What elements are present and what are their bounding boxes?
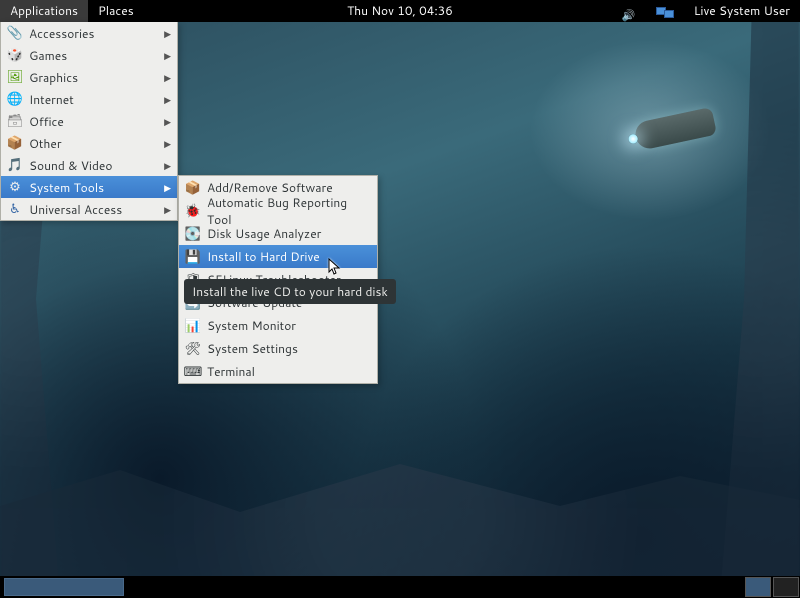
places-menu-button[interactable]: Places <box>88 0 144 22</box>
main-menu-item-graphics[interactable]: 🖼 Graphics ▶ <box>1 66 177 88</box>
submenu-item-system-settings[interactable]: 🛠 System Settings <box>179 337 377 360</box>
menu-item-label: Office <box>29 113 160 130</box>
submenu-arrow-icon: ▶ <box>164 137 171 150</box>
network-indicator[interactable] <box>646 0 684 22</box>
submenu-item-label: Terminal <box>207 363 371 380</box>
wallpaper-decoration <box>0 458 800 578</box>
app-icon: ⌨ <box>185 364 201 380</box>
submenu-arrow-icon: ▶ <box>164 181 171 194</box>
clock-label: Thu Nov 10, 04:36 <box>347 0 453 22</box>
main-menu-item-accessories[interactable]: 📎 Accessories ▶ <box>1 22 177 44</box>
category-icon: ⚙ <box>7 179 23 195</box>
category-icon: 🖼 <box>7 69 23 85</box>
menu-item-label: System Tools <box>29 179 160 196</box>
submenu-item-label: Disk Usage Analyzer <box>207 225 371 242</box>
user-menu[interactable]: Live System User <box>684 0 800 22</box>
category-icon: 📎 <box>7 25 23 41</box>
category-icon: ♿ <box>7 201 23 217</box>
submenu-item-label: System Monitor <box>207 317 371 334</box>
submenu-arrow-icon: ▶ <box>164 115 171 128</box>
app-icon: 💽 <box>185 226 201 242</box>
main-menu-item-sound-video[interactable]: 🎵 Sound & Video ▶ <box>1 154 177 176</box>
bottom-panel <box>0 576 800 598</box>
menu-item-label: Sound & Video <box>29 157 160 174</box>
volume-icon <box>622 4 636 18</box>
menu-item-label: Other <box>29 135 160 152</box>
tooltip-text: Install the live CD to your hard disk <box>192 283 388 300</box>
menu-item-label: Internet <box>29 91 160 108</box>
app-icon: 📦 <box>185 180 201 196</box>
main-menu-item-system-tools[interactable]: ⚙ System Tools ▶ <box>1 176 177 198</box>
app-icon: 🐞 <box>185 203 201 219</box>
main-menu-item-office[interactable]: 🗃 Office ▶ <box>1 110 177 132</box>
submenu-arrow-icon: ▶ <box>164 203 171 216</box>
workspace-switcher <box>744 576 800 598</box>
category-icon: 🗃 <box>7 113 23 129</box>
main-menu-item-other[interactable]: 📦 Other ▶ <box>1 132 177 154</box>
submenu-arrow-icon: ▶ <box>164 93 171 106</box>
applications-label: Applications <box>10 0 78 22</box>
submenu-item-system-monitor[interactable]: 📊 System Monitor <box>179 314 377 337</box>
category-icon: 📦 <box>7 135 23 151</box>
app-icon: 💾 <box>185 249 201 265</box>
submenu-item-label: Install to Hard Drive <box>207 248 371 265</box>
submenu-arrow-icon: ▶ <box>164 159 171 172</box>
submenu-item-install-to-hard-drive[interactable]: 💾 Install to Hard Drive <box>179 245 377 268</box>
places-label: Places <box>98 0 134 22</box>
taskbar-item[interactable] <box>4 578 124 596</box>
workspace-1[interactable] <box>745 577 771 597</box>
app-icon: 📊 <box>185 318 201 334</box>
applications-menu-button[interactable]: Applications <box>0 0 88 22</box>
category-icon: 🌐 <box>7 91 23 107</box>
network-icon <box>656 4 674 18</box>
main-menu-item-internet[interactable]: 🌐 Internet ▶ <box>1 88 177 110</box>
submenu-item-automatic-bug-reporting-tool[interactable]: 🐞Automatic Bug Reporting Tool <box>179 199 377 222</box>
submenu-arrow-icon: ▶ <box>164 27 171 40</box>
submenu-arrow-icon: ▶ <box>164 71 171 84</box>
category-icon: 🎲 <box>7 47 23 63</box>
category-icon: 🎵 <box>7 157 23 173</box>
panel-clock[interactable]: Thu Nov 10, 04:36 <box>337 0 463 22</box>
menu-item-label: Accessories <box>29 25 160 42</box>
applications-main-menu: 📎 Accessories ▶ 🎲 Games ▶ 🖼 Graphics ▶ 🌐 Internet ▶… <box>0 22 178 221</box>
submenu-arrow-icon: ▶ <box>164 49 171 62</box>
mouse-cursor <box>328 258 342 281</box>
main-menu-item-universal-access[interactable]: ♿ Universal Access ▶ <box>1 198 177 220</box>
menu-item-label: Graphics <box>29 69 160 86</box>
volume-indicator[interactable] <box>612 0 646 22</box>
submenu-item-disk-usage-analyzer[interactable]: 💽 Disk Usage Analyzer <box>179 222 377 245</box>
submenu-item-label: System Settings <box>207 340 371 357</box>
menu-item-label: Universal Access <box>29 201 160 218</box>
workspace-2[interactable] <box>773 577 799 597</box>
submenu-item-terminal[interactable]: ⌨ Terminal <box>179 360 377 383</box>
menu-item-label: Games <box>29 47 160 64</box>
main-menu-item-games[interactable]: 🎲 Games ▶ <box>1 44 177 66</box>
app-icon: 🛠 <box>185 341 201 357</box>
tooltip: Install the live CD to your hard disk <box>184 279 396 304</box>
user-label: Live System User <box>694 0 790 22</box>
top-panel: Applications Places Thu Nov 10, 04:36 Li… <box>0 0 800 22</box>
